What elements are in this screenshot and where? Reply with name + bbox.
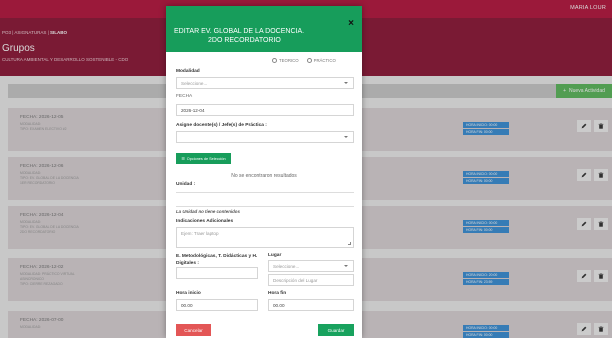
metodologicas-label: E. Metodológicas, T. Didácticas y H. Dig…: [176, 254, 258, 266]
modalidad-select[interactable]: Seleccione...: [176, 77, 354, 89]
hora-fin-label: Hora fin: [268, 291, 287, 296]
lugar-select-value: Seleccione...: [273, 263, 300, 269]
modal-header: EDITAR EV. GLOBAL DE LA DOCENCIA. 2DO RE…: [166, 6, 362, 52]
chevron-down-icon: [344, 136, 348, 138]
radio-circle-icon: [272, 58, 277, 63]
divider: [176, 206, 354, 207]
indicaciones-textarea[interactable]: Ejem: Traer laptop: [176, 227, 354, 248]
fecha-value: 2026-12-04: [181, 107, 205, 113]
radio-practico-label: PRÁCTICO: [313, 58, 336, 63]
asigne-docente-label: Asigne docente(s) / Jefe(s) de Práctica …: [176, 123, 267, 128]
edit-activity-modal: EDITAR EV. GLOBAL DE LA DOCENCIA. 2DO RE…: [166, 6, 362, 338]
indicaciones-label: Indicaciones Adicionales: [176, 219, 234, 224]
lugar-description-placeholder: Descripción del Lugar: [273, 277, 318, 283]
unidad-note: La Unidad no tiene contenidos: [176, 209, 240, 214]
modalidad-select-value: Seleccione...: [181, 80, 208, 86]
selection-options-label: Opciones de Selección: [186, 156, 226, 161]
radio-teorico[interactable]: TEORICO: [272, 58, 299, 63]
indicaciones-placeholder: Ejem: Traer laptop: [181, 231, 219, 236]
radio-practico[interactable]: PRÁCTICO: [306, 58, 336, 63]
lugar-label: Lugar: [268, 253, 282, 258]
hora-fin-value: 00.00: [273, 302, 285, 308]
radio-teorico-label: TEORICO: [279, 58, 299, 63]
fecha-label: FECHA: [176, 94, 193, 99]
unidad-label: Unidad :: [176, 182, 196, 187]
metodologicas-field[interactable]: [176, 267, 258, 279]
modal-title-line1: EDITAR EV. GLOBAL DE LA DOCENCIA.: [174, 28, 305, 35]
hora-inicio-field[interactable]: 00.00: [176, 299, 258, 311]
divider: [176, 192, 354, 193]
radio-circle-icon: [306, 58, 312, 63]
resize-handle-icon[interactable]: [348, 242, 351, 245]
lugar-select[interactable]: Seleccione...: [268, 260, 354, 272]
chevron-down-icon: [344, 265, 348, 267]
modal-title-line2: 2DO RECORDATORIO: [208, 37, 281, 44]
cancel-button[interactable]: Cancelar: [176, 324, 211, 336]
fecha-field[interactable]: 2026-12-04: [176, 104, 354, 116]
save-button[interactable]: Guardar: [318, 324, 354, 336]
chevron-down-icon: [344, 82, 348, 84]
selection-options-button[interactable]: ☰ Opciones de Selección: [176, 153, 231, 164]
docente-select[interactable]: [176, 131, 354, 143]
list-icon: ☰: [181, 157, 185, 161]
hora-fin-field[interactable]: 00.00: [268, 299, 354, 311]
close-button[interactable]: ×: [348, 18, 354, 29]
modal-title: EDITAR EV. GLOBAL DE LA DOCENCIA. 2DO RE…: [174, 27, 344, 45]
lugar-description-input[interactable]: Descripción del Lugar: [268, 274, 354, 286]
modalidad-label: Modalidad: [176, 69, 200, 74]
hora-inicio-value: 00.00: [181, 302, 193, 308]
no-results-text: No se encontraron resultados: [231, 173, 297, 179]
hora-inicio-label: Hora inicio: [176, 291, 201, 296]
type-radio-group: TEORICO PRÁCTICO: [272, 58, 336, 63]
